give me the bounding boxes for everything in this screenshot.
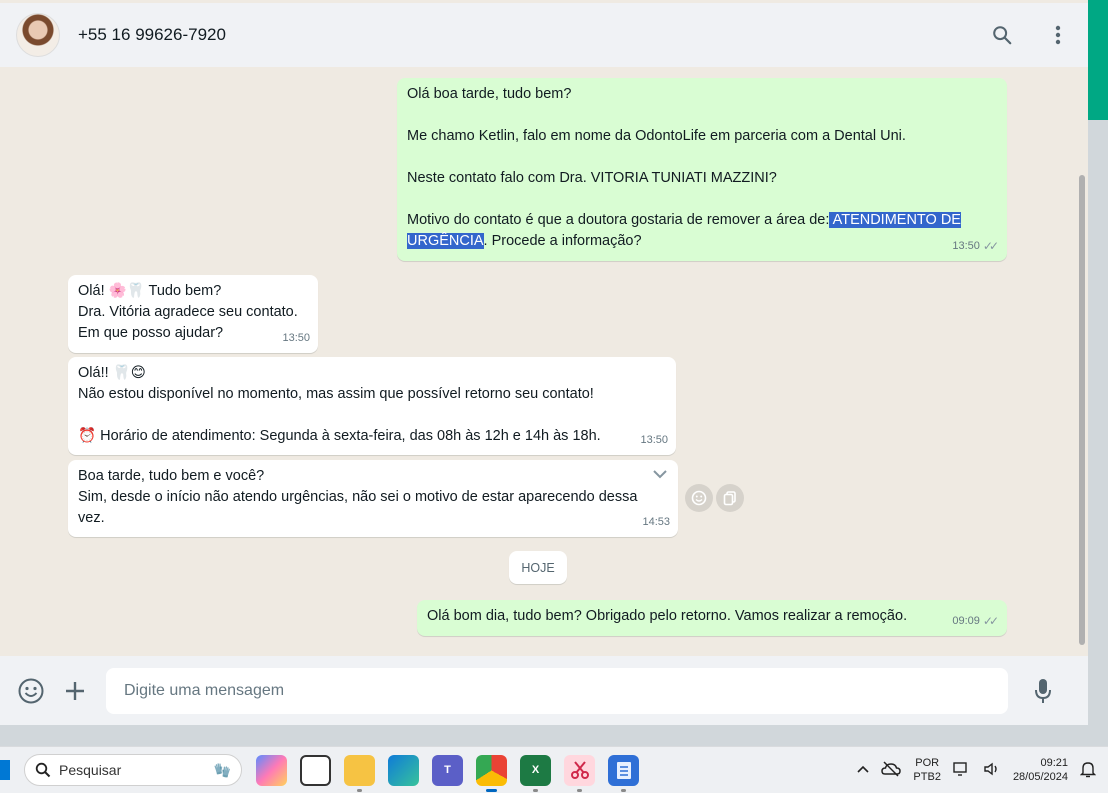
- search-icon: [35, 762, 51, 778]
- message-composer: [0, 656, 1088, 725]
- plus-icon[interactable]: [58, 674, 92, 708]
- system-tray: POR PTB2 09:21 28/05/2024: [857, 756, 1108, 784]
- day-separator: HOJE: [509, 551, 567, 584]
- start-button[interactable]: [0, 760, 10, 780]
- app-background-strip: [1088, 0, 1108, 120]
- teams-icon[interactable]: T: [432, 754, 463, 786]
- message-meta: 13:50 ✓✓: [952, 236, 999, 257]
- taskbar-search-label: Pesquisar: [59, 762, 122, 778]
- read-ticks-icon: ✓✓: [982, 239, 999, 253]
- message-text: Boa tarde, tudo bem e você?: [78, 468, 265, 484]
- message-text: Não estou disponível no momento, mas ass…: [78, 386, 594, 402]
- chat-header: +55 16 99626-7920: [0, 3, 1088, 67]
- forward-icon[interactable]: [716, 484, 744, 512]
- message-outgoing[interactable]: Olá boa tarde, tudo bem? Me chamo Ketlin…: [397, 78, 1007, 261]
- message-text: Olá!! 🦷😊: [78, 365, 146, 381]
- message-meta: 09:09 ✓✓: [952, 611, 999, 632]
- network-icon[interactable]: [953, 761, 971, 780]
- chrome-icon[interactable]: [476, 754, 507, 792]
- taskbar: Pesquisar 🧤 T X POR PTB2 09:21 28/05/2024: [0, 746, 1108, 793]
- message-text: Olá! 🌸🦷 Tudo bem?: [78, 283, 222, 299]
- message-input[interactable]: [106, 667, 1008, 714]
- message-outgoing[interactable]: Olá bom dia, tudo bem? Obrigado pelo ret…: [417, 600, 1007, 636]
- search-highlight-icon: 🧤: [213, 761, 231, 778]
- message-time: 13:50: [952, 240, 980, 252]
- message-text: Motivo do contato é que a doutora gostar…: [407, 212, 961, 249]
- excel-icon[interactable]: X: [520, 754, 551, 792]
- reaction-icon[interactable]: [685, 484, 713, 512]
- input-language[interactable]: POR PTB2: [913, 756, 941, 784]
- message-incoming[interactable]: Olá!! 🦷😊 Não estou disponível no momento…: [68, 357, 676, 455]
- message-time: 09:09: [952, 615, 980, 627]
- copilot-icon[interactable]: [256, 754, 287, 786]
- whatsapp-app: +55 16 99626-7920 Olá boa tarde, tudo be…: [0, 0, 1088, 725]
- notification-bell-icon[interactable]: [1079, 760, 1097, 781]
- notepad-icon[interactable]: [608, 754, 639, 792]
- file-explorer-icon[interactable]: [344, 754, 375, 792]
- message-text: Me chamo Ketlin, falo em nome da OdontoL…: [407, 128, 906, 144]
- emoji-tooth-smile: 🦷😊: [112, 365, 146, 381]
- read-ticks-icon: ✓✓: [982, 614, 999, 628]
- message-incoming[interactable]: Olá! 🌸🦷 Tudo bem? Dra. Vitória agradece …: [68, 275, 318, 353]
- header-actions: [988, 21, 1072, 49]
- emoji-flower-tooth: 🌸🦷: [108, 283, 145, 299]
- message-time: 13:50: [282, 332, 310, 344]
- edge-icon[interactable]: [388, 754, 419, 786]
- search-icon[interactable]: [988, 21, 1016, 49]
- chevron-down-icon[interactable]: [652, 466, 668, 487]
- mic-icon[interactable]: [1026, 674, 1060, 708]
- onedrive-offline-icon[interactable]: [881, 760, 902, 780]
- message-time: 13:50: [640, 434, 668, 446]
- message-incoming[interactable]: Boa tarde, tudo bem e você? Sim, desde o…: [68, 460, 678, 537]
- message-text: Olá boa tarde, tudo bem?: [407, 86, 572, 102]
- message-time: 14:53: [642, 516, 670, 528]
- snipping-tool-icon[interactable]: [564, 754, 595, 792]
- contact-name[interactable]: +55 16 99626-7920: [78, 25, 226, 45]
- task-view-icon[interactable]: [300, 754, 331, 786]
- scrollbar-thumb[interactable]: [1079, 175, 1085, 645]
- message-text: Olá bom dia, tudo bem? Obrigado pelo ret…: [427, 608, 908, 624]
- message-text: Neste contato falo com Dra. VITORIA TUNI…: [407, 170, 777, 186]
- emoji-icon[interactable]: [14, 674, 48, 708]
- taskbar-apps: T X: [256, 754, 639, 792]
- menu-dots-icon[interactable]: [1044, 21, 1072, 49]
- message-text: Em que posso ajudar?: [78, 325, 224, 341]
- clock[interactable]: 09:21 28/05/2024: [1013, 756, 1068, 784]
- message-text: Sim, desde o início não atendo urgências…: [78, 489, 638, 526]
- chevron-up-icon[interactable]: [857, 764, 869, 776]
- message-text: ⏰ Horário de atendimento: Segunda à sext…: [78, 428, 601, 444]
- volume-icon[interactable]: [983, 761, 1001, 780]
- taskbar-search[interactable]: Pesquisar 🧤: [24, 754, 242, 786]
- alarm-clock-icon: ⏰: [78, 428, 97, 444]
- message-text: Dra. Vitória agradece seu contato.: [78, 304, 298, 320]
- avatar[interactable]: [16, 13, 60, 57]
